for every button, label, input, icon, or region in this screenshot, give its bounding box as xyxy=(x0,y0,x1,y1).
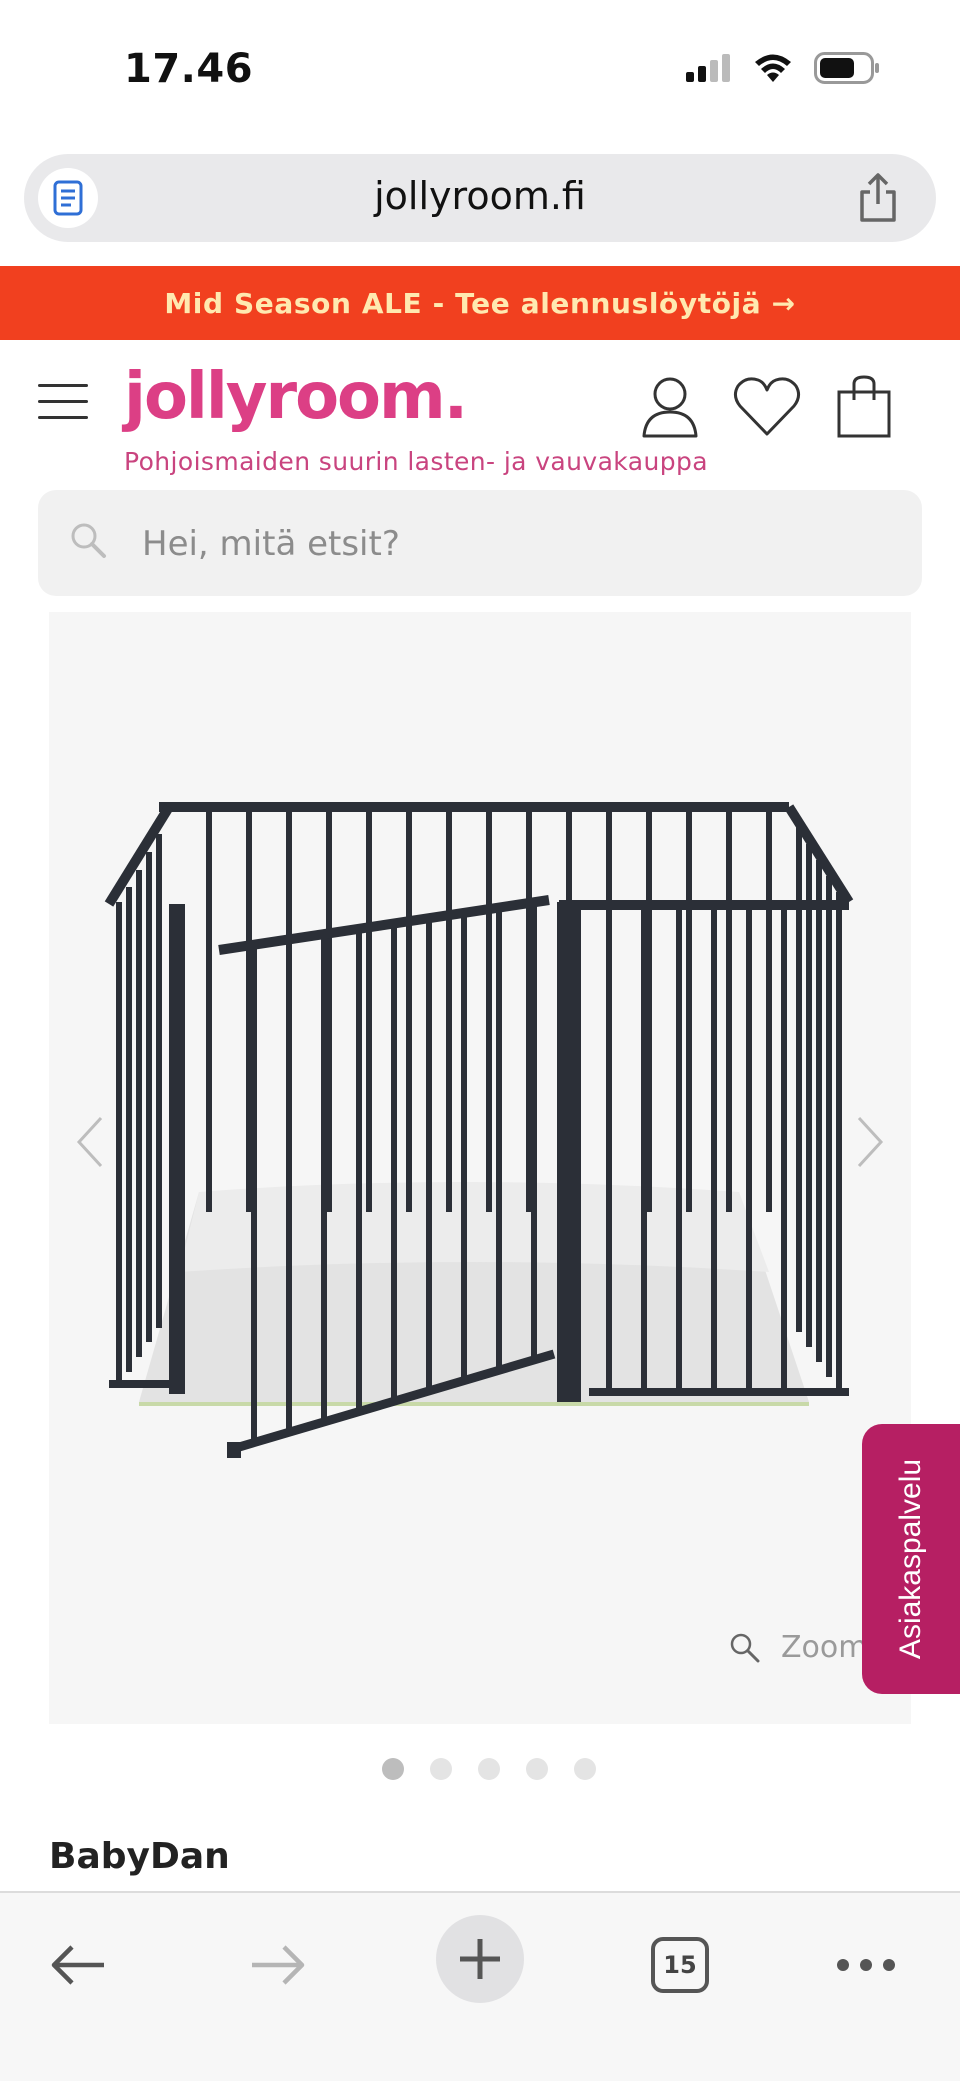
carousel-dots xyxy=(382,1758,596,1780)
new-tab-button[interactable] xyxy=(436,1915,524,2003)
back-arrow-icon xyxy=(51,1945,104,1985)
wifi-icon xyxy=(755,54,791,82)
zoom-magnifier-icon xyxy=(730,1633,760,1662)
menu-icon-line xyxy=(38,416,88,419)
carousel-dot[interactable] xyxy=(382,1758,404,1780)
product-brand[interactable]: BabyDan xyxy=(49,1836,230,1877)
cellular-signal-icon xyxy=(686,54,730,82)
carousel-dot[interactable] xyxy=(430,1758,452,1780)
product-image-gallery[interactable]: Zoom xyxy=(49,612,911,1724)
carousel-dot[interactable] xyxy=(526,1758,548,1780)
status-bar: 17.46 xyxy=(0,0,960,140)
forward-arrow-icon xyxy=(252,1945,305,1985)
site-tagline: Pohjoismaiden suurin lasten- ja vauvakau… xyxy=(124,447,708,476)
zoom-label[interactable]: Zoom xyxy=(781,1630,867,1665)
promo-text[interactable]: Mid Season ALE - Tee alennuslöytöjä → xyxy=(164,287,795,320)
share-button[interactable] xyxy=(854,172,902,224)
shopping-bag-icon[interactable] xyxy=(836,374,892,440)
menu-button[interactable] xyxy=(38,384,88,424)
tabs-count: 15 xyxy=(651,1937,709,1993)
gallery-prev-arrow-icon[interactable] xyxy=(69,1112,109,1172)
browser-toolbar: 15 xyxy=(0,1891,960,2081)
forward-button[interactable] xyxy=(238,1921,318,2009)
battery-icon xyxy=(814,52,879,84)
plus-icon xyxy=(460,1939,500,1979)
url-text[interactable]: jollyroom.fi xyxy=(24,174,936,218)
menu-icon-line xyxy=(38,400,88,403)
site-logo[interactable]: jollyroom. xyxy=(124,360,468,434)
carousel-dot[interactable] xyxy=(574,1758,596,1780)
menu-icon-line xyxy=(38,384,88,387)
promo-banner[interactable]: Mid Season ALE - Tee alennuslöytöjä → xyxy=(0,266,960,340)
tabs-button[interactable]: 15 xyxy=(640,1921,720,2009)
share-icon xyxy=(860,173,896,222)
more-button[interactable] xyxy=(826,1921,906,2009)
wishlist-heart-icon[interactable] xyxy=(732,374,802,440)
search-bar[interactable]: Hei, mitä etsit? xyxy=(38,490,922,596)
search-input[interactable]: Hei, mitä etsit? xyxy=(142,524,400,564)
gallery-next-arrow-icon[interactable] xyxy=(851,1112,891,1172)
customer-service-tab[interactable]: Asiakaspalvelu xyxy=(862,1424,960,1694)
carousel-dot[interactable] xyxy=(478,1758,500,1780)
address-bar[interactable]: jollyroom.fi xyxy=(24,154,936,242)
status-icons xyxy=(686,52,880,84)
back-button[interactable] xyxy=(38,1921,118,2009)
customer-service-label[interactable]: Asiakaspalvelu xyxy=(894,1459,928,1659)
account-icon[interactable] xyxy=(638,374,702,440)
more-dots-icon xyxy=(837,1959,895,1971)
product-image-playpen xyxy=(104,802,854,1458)
status-time: 17.46 xyxy=(124,46,254,92)
search-icon xyxy=(71,523,106,558)
zoom-button[interactable]: Zoom xyxy=(729,1630,867,1665)
